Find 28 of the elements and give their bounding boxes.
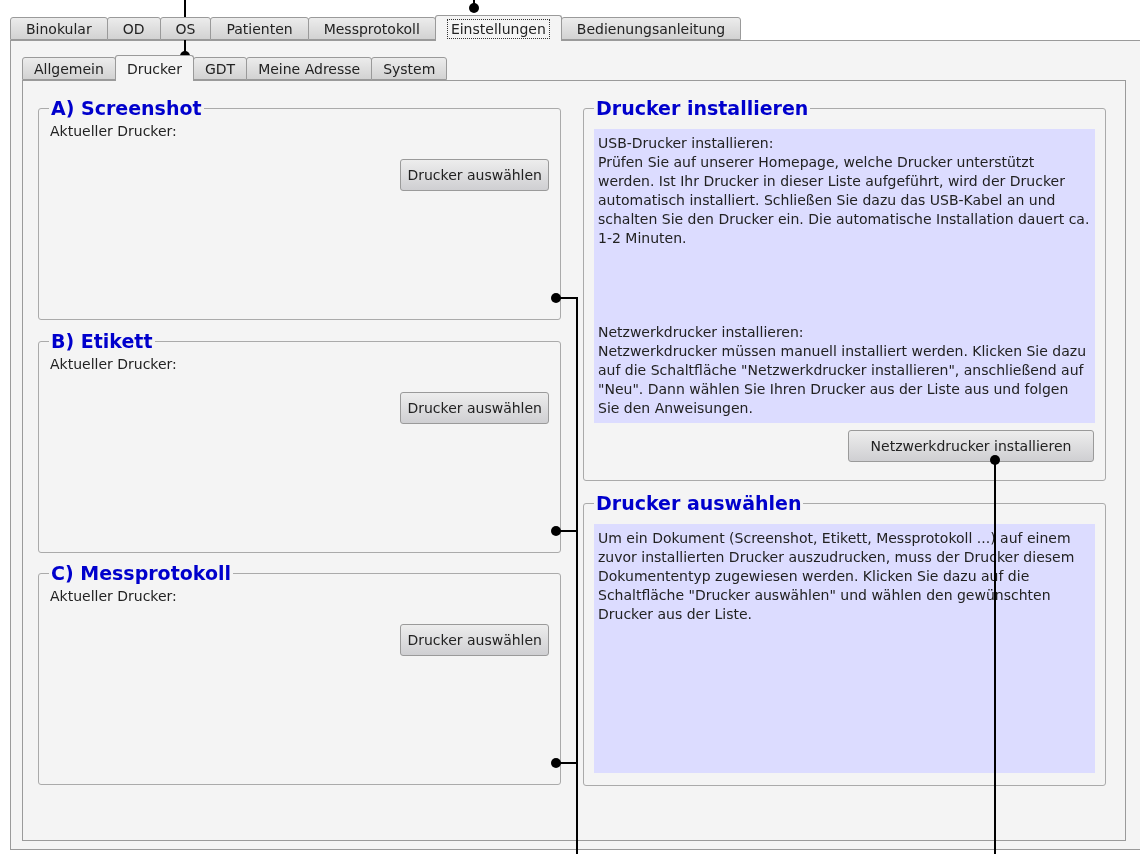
tab[interactable]: Allgemein bbox=[22, 57, 116, 80]
group-title: Drucker auswählen bbox=[595, 492, 803, 514]
select-printer-button[interactable]: Drucker auswählen bbox=[400, 392, 549, 424]
tab[interactable]: Bedienungsanleitung bbox=[560, 17, 742, 40]
info-text: Netzwerkdrucker müssen manuell installiert werden. Klicken Sie dazu auf die Schaltfläche "Netzwerkdrucker installieren", anschließend auf "Neu". Dann wählen Sie Ihren Drucker aus der Liste aus und folgen Sie den Anweisungen. bbox=[598, 342, 1087, 418]
select-printer-button[interactable]: Drucker auswählen bbox=[400, 159, 549, 191]
tab[interactable]: Drucker bbox=[114, 55, 194, 81]
info-heading: Netzwerkdrucker installieren: bbox=[598, 323, 805, 342]
install-network-printer-button[interactable]: Netzwerkdrucker installieren bbox=[848, 430, 1094, 462]
info-heading: USB-Drucker installieren: bbox=[598, 134, 775, 153]
group-title: B) Etikett bbox=[50, 330, 154, 352]
tab[interactable]: Patienten bbox=[210, 17, 309, 40]
info-text: Prüfen Sie auf unserer Homepage, welche Drucker unterstützt werden. Ist Ihr Drucker in dieser Liste aufgeführt, wird der Drucker automatisch installiert. Schließen Sie dazu das USB-Kabel an und schalten Sie den Drucker ein. Die automatische Installation dauert ca. 1-2 Minuten. bbox=[598, 153, 1091, 248]
printer-label: Aktueller Drucker: bbox=[50, 123, 178, 141]
tab[interactable]: Einstellungen bbox=[434, 15, 562, 41]
group-title: A) Screenshot bbox=[50, 97, 203, 119]
tab[interactable]: OS bbox=[159, 17, 212, 40]
group-title: Drucker installieren bbox=[595, 97, 810, 119]
tab[interactable]: GDT bbox=[192, 57, 248, 80]
printer-label: Aktueller Drucker: bbox=[50, 588, 178, 606]
tab[interactable]: OD bbox=[106, 17, 161, 40]
tab[interactable]: System bbox=[371, 57, 448, 80]
tab[interactable]: Messprotokoll bbox=[307, 17, 436, 40]
group-title: C) Messprotokoll bbox=[50, 562, 233, 584]
tab[interactable]: Meine Adresse bbox=[246, 57, 373, 80]
select-printer-button[interactable]: Drucker auswählen bbox=[400, 624, 549, 656]
tab[interactable]: Binokular bbox=[10, 17, 108, 40]
printer-label: Aktueller Drucker: bbox=[50, 356, 178, 374]
